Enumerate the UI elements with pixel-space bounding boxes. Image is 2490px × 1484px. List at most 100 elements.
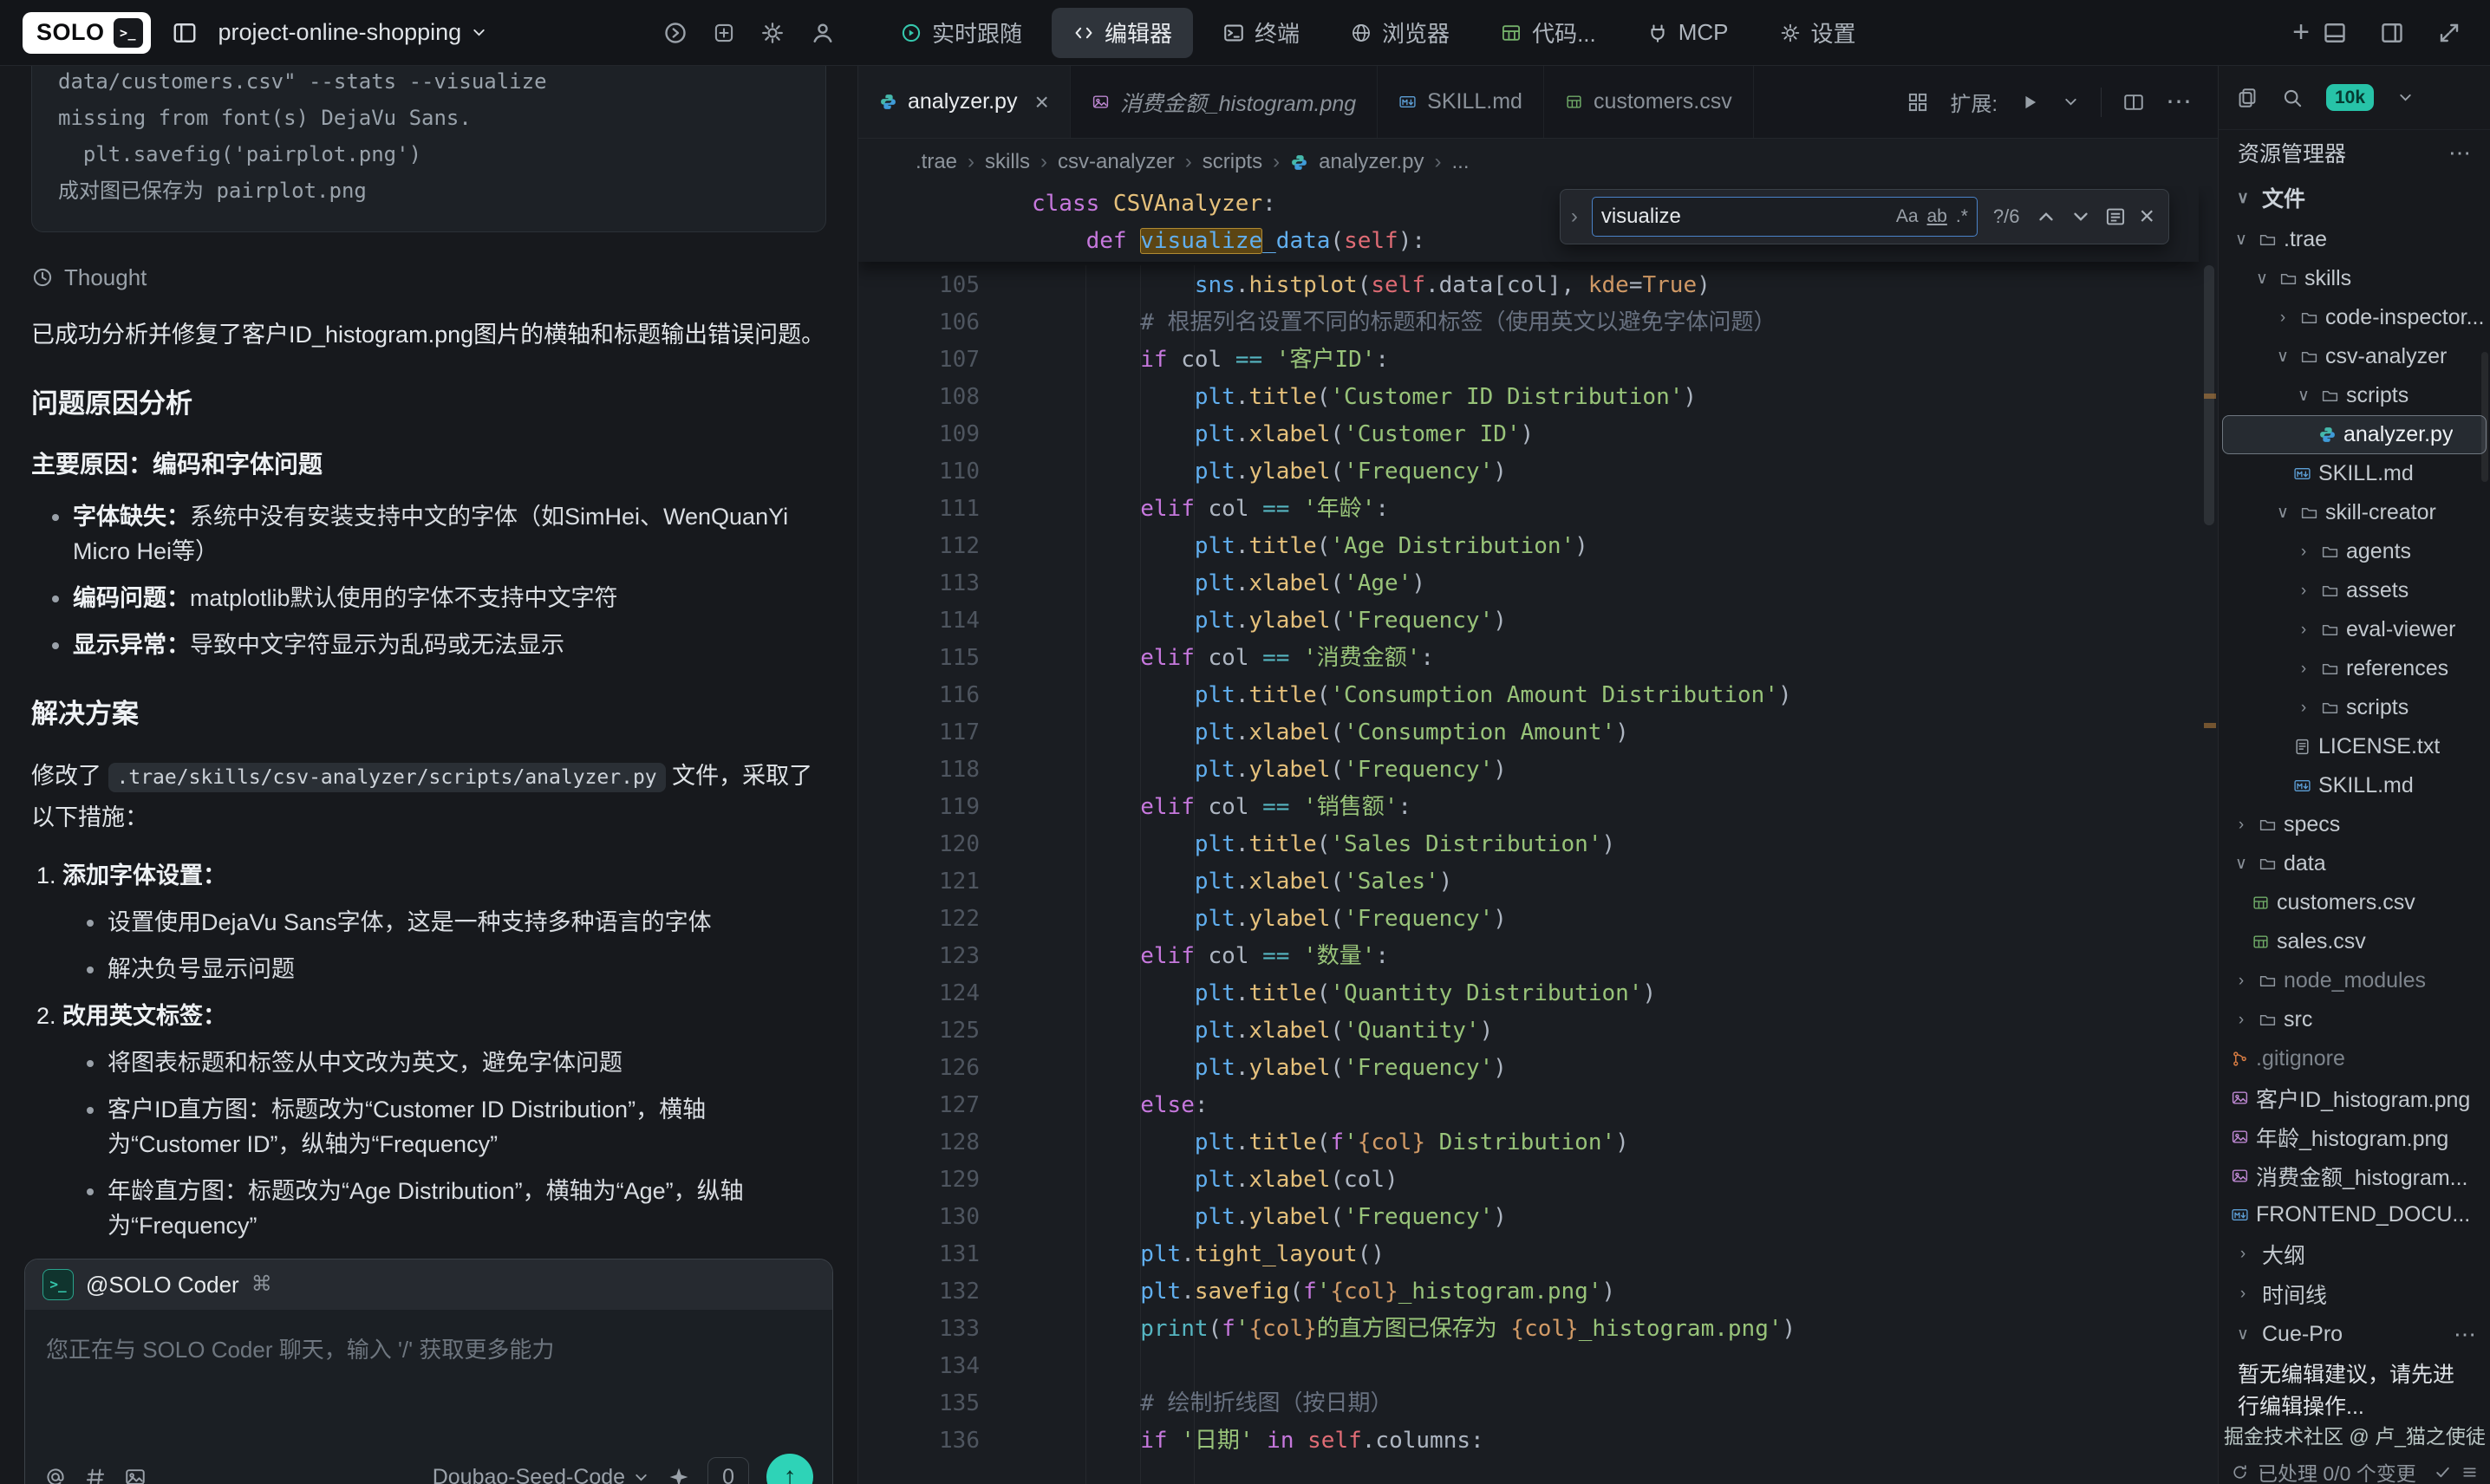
breadcrumb-item[interactable]: ... <box>1452 150 1470 174</box>
whole-word-icon[interactable]: ab <box>1927 206 1947 227</box>
tree-item-label: customers.csv <box>2277 890 2415 915</box>
model-selector[interactable]: Doubao-Seed-Code <box>433 1460 650 1484</box>
solo-logo[interactable]: SOLO >_ <box>23 12 151 54</box>
workspace-tab-MCP[interactable]: MCP <box>1626 8 1750 58</box>
breadcrumb-item[interactable]: csv-analyzer <box>1058 150 1175 174</box>
tree-file-LICENSE.txt[interactable]: LICENSE.txt <box>2219 727 2490 766</box>
code-line: 124 plt.title('Quantity Distribution') <box>858 975 2218 1012</box>
attach-image-icon[interactable] <box>124 1466 147 1484</box>
tree-file-客户ID_histogram.png[interactable]: 客户ID_histogram.png <box>2219 1078 2490 1117</box>
regex-icon[interactable]: .* <box>1956 206 1968 227</box>
workspace-tab-代码...[interactable]: 代码... <box>1479 8 1617 58</box>
breadcrumb-item[interactable]: .trae <box>916 150 957 174</box>
explorer-more-icon[interactable]: ⋯ <box>2448 140 2471 166</box>
tree-folder-skill-creator[interactable]: ∨skill-creator <box>2219 493 2490 532</box>
editor-area: analyzer.py×消费金额_histogram.pngSKILL.mdcu… <box>858 66 2218 1484</box>
split-editor-icon[interactable] <box>2122 91 2145 114</box>
breadcrumb-item[interactable]: analyzer.py <box>1319 150 1424 174</box>
workspace-tab-终端[interactable]: 终端 <box>1202 8 1320 58</box>
account-icon[interactable] <box>810 20 836 46</box>
tree-file-SKILL.md[interactable]: SKILL.md <box>2219 454 2490 493</box>
workspace-tab-实时跟随[interactable]: 实时跟随 <box>879 8 1043 58</box>
copy-files-icon[interactable] <box>2236 87 2259 109</box>
extensions-grid-icon[interactable] <box>1907 91 1929 114</box>
tree-folder-scripts[interactable]: ›scripts <box>2219 688 2490 727</box>
close-tab-icon[interactable]: × <box>1034 88 1048 116</box>
cuepro-section[interactable]: ∨ Cue-Pro ⋯ <box>2219 1314 2490 1354</box>
tree-folder-src[interactable]: ›src <box>2219 1000 2490 1039</box>
editor-tab-消费金额_histogram.png[interactable]: 消费金额_histogram.png <box>1071 66 1378 138</box>
files-section-header[interactable]: ∨ 文件 <box>2219 175 2490 220</box>
tree-file-FRONTEND_DOCU...[interactable]: FRONTEND_DOCU... <box>2219 1195 2490 1234</box>
tree-folder-assets[interactable]: ›assets <box>2219 571 2490 610</box>
tree-folder-scripts[interactable]: ∨scripts <box>2219 376 2490 415</box>
outline-section[interactable]: › 大纲 <box>2219 1234 2490 1274</box>
list-icon[interactable] <box>2461 1463 2479 1481</box>
breadcrumb-item[interactable]: scripts <box>1203 150 1262 174</box>
extensions-label[interactable]: 扩展: <box>1950 87 1998 117</box>
explorer-scrollbar[interactable] <box>2481 352 2488 482</box>
tree-file-SKILL.md[interactable]: SKILL.md <box>2219 766 2490 805</box>
toggle-panel-bottom-icon[interactable] <box>2322 20 2348 46</box>
thought-row[interactable]: Thought <box>31 260 826 295</box>
timeline-section[interactable]: › 时间线 <box>2219 1274 2490 1314</box>
tree-file-analyzer.py[interactable]: analyzer.py <box>2222 415 2487 454</box>
workspace-tab-编辑器[interactable]: 编辑器 <box>1052 8 1193 58</box>
breadcrumb-item[interactable]: skills <box>985 150 1030 174</box>
tree-file-customers.csv[interactable]: customers.csv <box>2219 883 2490 922</box>
tree-folder-eval-viewer[interactable]: ›eval-viewer <box>2219 610 2490 649</box>
tree-folder-references[interactable]: ›references <box>2219 649 2490 688</box>
send-button[interactable]: ↑ <box>766 1454 813 1484</box>
code-editor[interactable]: 105 sns.histplot(self.data[col], kde=Tru… <box>858 186 2218 1484</box>
restore-window-icon[interactable] <box>2436 20 2462 46</box>
toggle-panel-right-icon[interactable] <box>2379 20 2405 46</box>
tree-folder-.trae[interactable]: ∨.trae <box>2219 220 2490 259</box>
settings-gear-icon[interactable] <box>759 20 785 46</box>
tree-folder-agents[interactable]: ›agents <box>2219 532 2490 571</box>
run-file-icon[interactable] <box>2018 91 2041 114</box>
tree-folder-data[interactable]: ∨data <box>2219 844 2490 883</box>
tree-file-.gitignore[interactable]: .gitignore <box>2219 1039 2490 1078</box>
toggle-sidebar-icon[interactable] <box>172 20 198 46</box>
tree-folder-csv-analyzer[interactable]: ∨csv-analyzer <box>2219 337 2490 376</box>
tree-file-消费金额_histogram...[interactable]: 消费金额_histogram... <box>2219 1156 2490 1195</box>
accept-all-icon[interactable] <box>2434 1463 2452 1481</box>
workspace-tab-浏览器[interactable]: 浏览器 <box>1329 8 1470 58</box>
tree-folder-specs[interactable]: ›specs <box>2219 805 2490 844</box>
new-session-icon[interactable] <box>713 22 735 44</box>
tree-folder-code-inspector...[interactable]: ›code-inspector... <box>2219 298 2490 337</box>
editor-tab-SKILL.md[interactable]: SKILL.md <box>1378 66 1544 138</box>
more-actions-icon[interactable]: ⋯ <box>2166 87 2192 117</box>
mention-icon[interactable] <box>44 1466 67 1484</box>
cuepro-more-icon[interactable]: ⋯ <box>2454 1321 2476 1348</box>
new-workspace-tab-button[interactable]: + <box>2280 16 2322 49</box>
toggle-replace-icon[interactable]: › <box>1569 205 1580 229</box>
search-input[interactable] <box>1601 205 1887 229</box>
chat-placeholder[interactable]: 您正在与 SOLO Coder 聊天，输入 '/' 获取更多能力 <box>25 1310 832 1390</box>
search-icon[interactable] <box>2281 87 2304 109</box>
run-options-chevron-icon[interactable] <box>2062 93 2080 111</box>
tree-folder-skills[interactable]: ∨skills <box>2219 259 2490 298</box>
editor-tab-analyzer.py[interactable]: analyzer.py× <box>858 66 1071 138</box>
code-line: 114 plt.ylabel('Frequency') <box>858 602 2218 640</box>
project-selector[interactable]: project-online-shopping <box>218 19 489 46</box>
tree-file-sales.csv[interactable]: sales.csv <box>2219 922 2490 961</box>
next-match-icon[interactable] <box>2070 205 2092 228</box>
folder-icon <box>2321 387 2339 405</box>
tree-folder-node_modules[interactable]: ›node_modules <box>2219 961 2490 1000</box>
tree-file-年龄_histogram.png[interactable]: 年龄_histogram.png <box>2219 1117 2490 1156</box>
match-case-icon[interactable]: Aa <box>1896 206 1919 227</box>
find-in-selection-icon[interactable] <box>2104 205 2127 228</box>
workspace-tab-设置[interactable]: 设置 <box>1758 8 1877 58</box>
chevron-down-icon[interactable] <box>2396 88 2415 107</box>
previous-match-icon[interactable] <box>2035 205 2057 228</box>
refresh-icon[interactable] <box>2231 1463 2249 1481</box>
sparkle-icon[interactable] <box>668 1466 690 1484</box>
editor-tab-customers.csv[interactable]: customers.csv <box>1544 66 1754 138</box>
close-find-icon[interactable]: × <box>2139 202 2154 231</box>
code-lines: 105 sns.histplot(self.data[col], kde=Tru… <box>858 260 2218 1460</box>
context-usage-badge[interactable]: 10k <box>2326 84 2374 111</box>
run-solo-icon[interactable] <box>662 20 688 46</box>
hash-icon[interactable] <box>84 1466 107 1484</box>
chat-box-header: >_ @SOLO Coder ⌘ <box>25 1259 832 1310</box>
